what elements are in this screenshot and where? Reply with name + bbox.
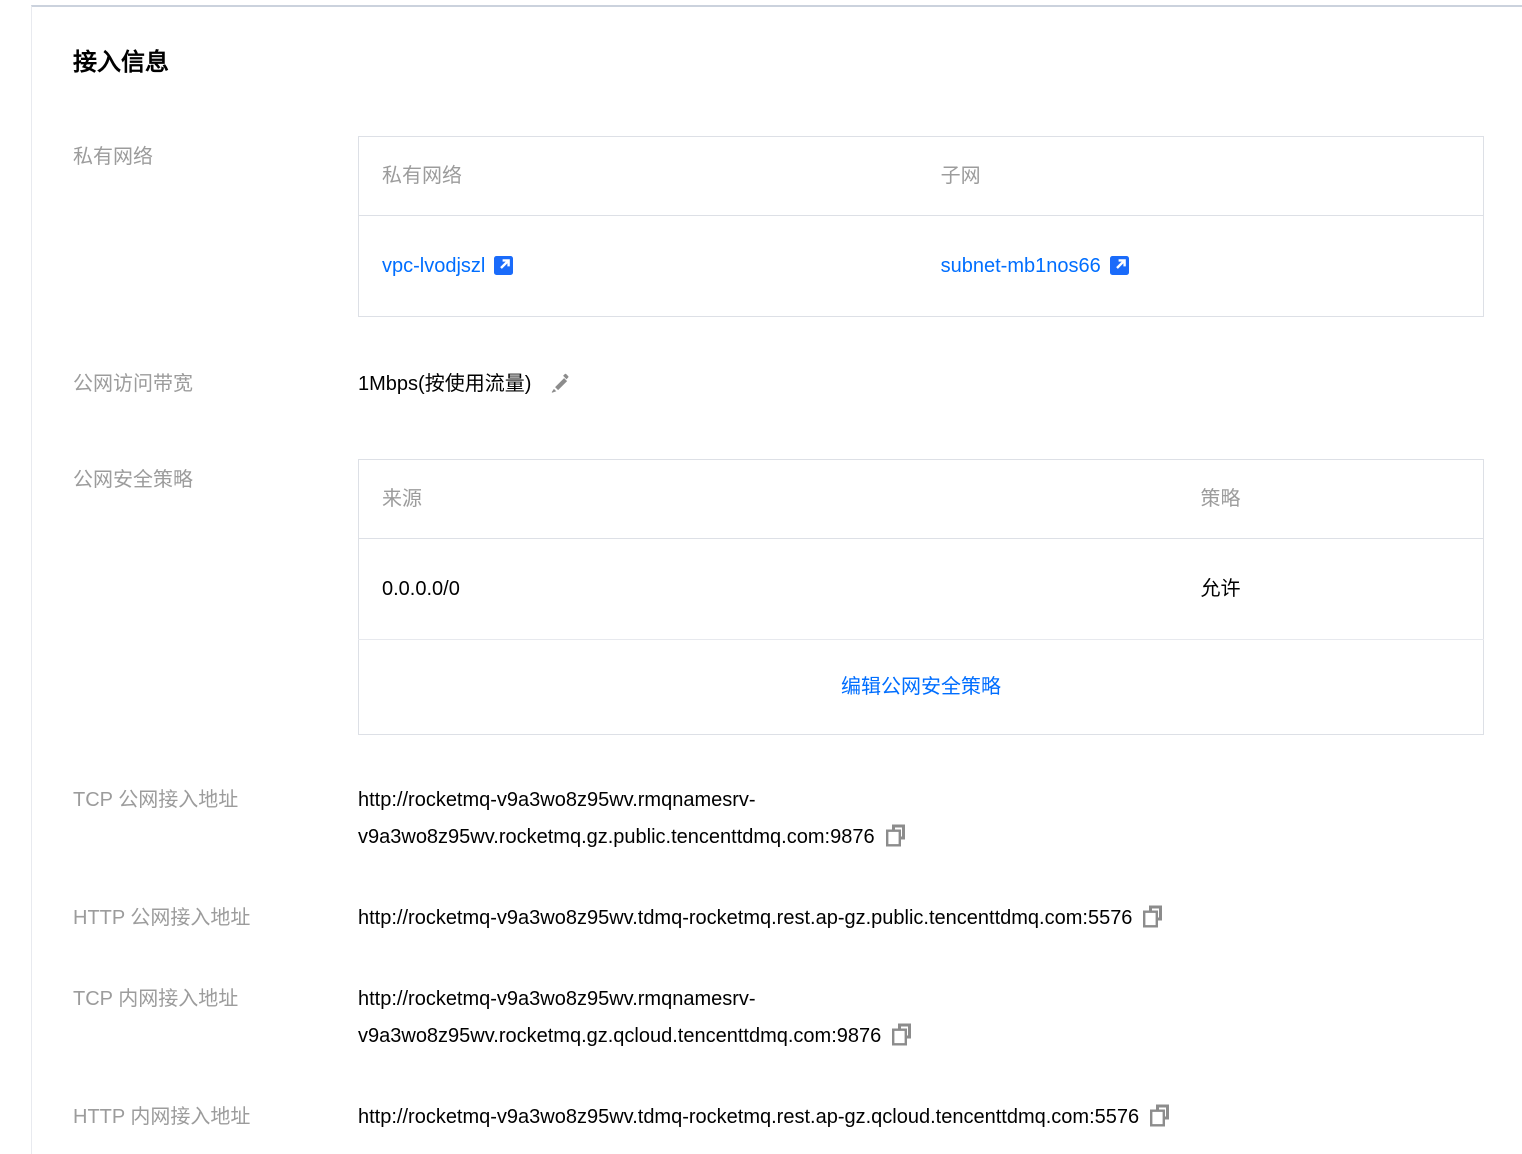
tcp-private-address-value: http://rocketmq-v9a3wo8z95wv.rmqnamesrv-… — [358, 988, 881, 1047]
http-public-address-value: http://rocketmq-v9a3wo8z95wv.tdmq-rocket… — [358, 907, 1132, 929]
copy-tcp-public-address-button[interactable] — [885, 823, 908, 848]
http-private-address-value: http://rocketmq-v9a3wo8z95wv.tdmq-rocket… — [358, 1106, 1139, 1128]
vpc-table-header-vpc: 私有网络 — [359, 136, 918, 215]
form-row-http-private-address: HTTP 内网接入地址 http://rocketmq-v9a3wo8z95wv… — [73, 1099, 1484, 1136]
security-table: 来源 策略 0.0.0.0/0 允许 编辑公网安全策略 — [358, 459, 1484, 735]
vpc-table-header-subnet: 子网 — [918, 136, 1484, 215]
http-public-address-value-wrap: http://rocketmq-v9a3wo8z95wv.tdmq-rocket… — [358, 900, 1484, 937]
tcp-public-address-value: http://rocketmq-v9a3wo8z95wv.rmqnamesrv-… — [358, 789, 875, 848]
security-table-header-source: 来源 — [359, 459, 1178, 538]
form-row-tcp-private-address: TCP 内网接入地址 http://rocketmq-v9a3wo8z95wv.… — [73, 981, 1484, 1055]
tcp-public-address-value-wrap: http://rocketmq-v9a3wo8z95wv.rmqnamesrv-… — [358, 782, 1068, 856]
vpc-link[interactable]: vpc-lvodjszl — [382, 255, 515, 277]
security-table-header-policy: 策略 — [1178, 459, 1484, 538]
edit-bandwidth-button[interactable] — [547, 371, 571, 395]
security-footer-cell: 编辑公网安全策略 — [359, 639, 1484, 734]
security-table-footer-row: 编辑公网安全策略 — [359, 639, 1484, 734]
vpc-row-value: 私有网络 子网 vpc-lvodjszl subnet-mb1nos66 — [358, 136, 1484, 317]
http-public-address-label: HTTP 公网接入地址 — [73, 900, 358, 937]
http-private-address-value-wrap: http://rocketmq-v9a3wo8z95wv.tdmq-rocket… — [358, 1099, 1484, 1136]
subnet-cell: subnet-mb1nos66 — [918, 215, 1484, 316]
table-row: vpc-lvodjszl subnet-mb1nos66 — [359, 215, 1484, 316]
bandwidth-value-wrap: 1Mbps(按使用流量) — [358, 371, 1484, 397]
copy-http-private-address-button[interactable] — [1149, 1103, 1172, 1128]
form-row-bandwidth: 公网访问带宽 1Mbps(按使用流量) — [73, 371, 1484, 397]
vpc-table: 私有网络 子网 vpc-lvodjszl subnet-mb1nos66 — [358, 136, 1484, 317]
vpc-cell: vpc-lvodjszl — [359, 215, 918, 316]
security-row-label: 公网安全策略 — [73, 459, 358, 735]
tcp-private-address-label: TCP 内网接入地址 — [73, 981, 358, 1055]
http-private-address-label: HTTP 内网接入地址 — [73, 1099, 358, 1136]
edit-security-policy-link[interactable]: 编辑公网安全策略 — [841, 676, 1001, 698]
subnet-link[interactable]: subnet-mb1nos66 — [941, 255, 1131, 277]
vpc-link-label: vpc-lvodjszl — [382, 255, 485, 277]
form-row-http-public-address: HTTP 公网接入地址 http://rocketmq-v9a3wo8z95wv… — [73, 900, 1484, 937]
form-row-vpc: 私有网络 私有网络 子网 vpc-lvodjszl subnet-mb1n — [73, 136, 1484, 317]
tcp-private-address-value-wrap: http://rocketmq-v9a3wo8z95wv.rmqnamesrv-… — [358, 981, 1068, 1055]
copy-icon — [1142, 904, 1165, 929]
security-row-value: 来源 策略 0.0.0.0/0 允许 编辑公网安全策略 — [358, 459, 1484, 735]
form-row-tcp-public-address: TCP 公网接入地址 http://rocketmq-v9a3wo8z95wv.… — [73, 782, 1484, 856]
bandwidth-value: 1Mbps(按使用流量) — [358, 373, 531, 395]
page-title: 接入信息 — [73, 49, 1484, 78]
copy-http-public-address-button[interactable] — [1142, 904, 1165, 929]
security-table-header-row: 来源 策略 — [359, 459, 1484, 538]
access-info-panel: 接入信息 私有网络 私有网络 子网 vpc-lvodjszl — [31, 5, 1522, 1154]
edit-pencil-icon — [547, 371, 571, 395]
vpc-row-label: 私有网络 — [73, 136, 358, 317]
bandwidth-label: 公网访问带宽 — [73, 371, 358, 397]
copy-tcp-private-address-button[interactable] — [891, 1022, 914, 1047]
security-policy-cell: 允许 — [1178, 538, 1484, 639]
copy-icon — [1149, 1103, 1172, 1128]
external-link-icon — [1109, 254, 1131, 276]
form-row-security: 公网安全策略 来源 策略 0.0.0.0/0 允许 编辑公网安 — [73, 459, 1484, 735]
external-link-icon — [493, 254, 515, 276]
copy-icon — [885, 823, 908, 848]
table-row: 0.0.0.0/0 允许 — [359, 538, 1484, 639]
tcp-public-address-label: TCP 公网接入地址 — [73, 782, 358, 856]
subnet-link-label: subnet-mb1nos66 — [941, 255, 1101, 277]
vpc-table-header-row: 私有网络 子网 — [359, 136, 1484, 215]
copy-icon — [891, 1022, 914, 1047]
security-source-cell: 0.0.0.0/0 — [359, 538, 1178, 639]
